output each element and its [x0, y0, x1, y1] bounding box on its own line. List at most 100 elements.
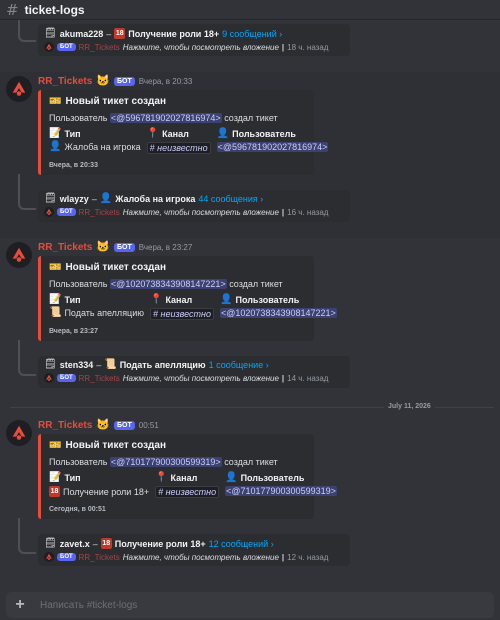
bot-avatar-icon: [44, 373, 54, 383]
thread-spine: [18, 518, 36, 554]
field-channel: 📍 Канал # неизвестно: [146, 128, 211, 154]
thread-spine: [18, 174, 36, 210]
thread-topic: Получение роли 18+: [114, 538, 206, 549]
pin-icon: 📍: [150, 294, 163, 305]
thread-count-link[interactable]: 9 сообщений ›: [222, 29, 282, 39]
user-mention[interactable]: <@1020738343908147221>: [109, 279, 227, 289]
message-time: Вчера, в 20:33: [138, 77, 193, 86]
thread-count-link[interactable]: 1 сообщение ›: [209, 360, 269, 370]
bot-avatar[interactable]: [6, 420, 32, 446]
ticket-embed: 🎫 Новый тикет создан Пользователь <@10207…: [38, 256, 337, 341]
thread-topic: Получение роли 18+: [128, 28, 220, 39]
message-time: Вчера, в 23:27: [138, 243, 193, 252]
pin-icon: 📍: [155, 472, 168, 483]
bot-badge: БОТ: [114, 77, 135, 86]
add-attachment-button[interactable]: +: [12, 596, 28, 613]
ticket-icon: 🎫: [49, 261, 62, 273]
channel-unknown[interactable]: # неизвестно: [150, 308, 215, 320]
bot-badge: БОТ: [57, 43, 76, 51]
embed-desc-prefix: Пользователь: [49, 113, 108, 123]
thread-icon: 🗒: [44, 27, 57, 39]
field-type: 📝 Тип 👤 Жалоба на игрока: [49, 128, 141, 153]
thread-card[interactable]: 🗒 sten334 – 📜 Подать апелляцию 1 сообщен…: [38, 356, 350, 388]
bot-name[interactable]: RR_Tickets: [38, 76, 92, 87]
thread-bot-name: RR_Tickets: [78, 373, 120, 383]
memo-icon: 📝: [49, 294, 62, 305]
field-type: 📝 Тип 18 Получение роли 18+: [49, 472, 150, 497]
channel-unknown[interactable]: # неизвестно: [146, 142, 211, 154]
embed-footer: Вчера, в 23:27: [49, 328, 98, 335]
message-list[interactable]: 🗒 akuma228 – 18 Получение роли 18+ 9 соо…: [0, 20, 500, 588]
field-user: 👤 Пользователь <@710177900300599319>: [225, 472, 337, 496]
memo-icon: 📝: [49, 128, 62, 139]
field-channel: 📍 Канал # неизвестно: [155, 472, 220, 498]
thread-hint: Нажмите, чтобы посмотреть вложение: [122, 42, 279, 52]
thread-topic: Жалоба на игрока: [115, 194, 196, 204]
thread-icon: 🗒: [44, 359, 57, 370]
thread-ago: 16 ч. назад: [287, 207, 329, 217]
thread-card[interactable]: 🗒 zavet.x – 18 Получение роли 18+ 12 соо…: [38, 534, 350, 566]
thread-ago: 12 ч. назад: [287, 552, 329, 562]
memo-icon: 📝: [49, 472, 62, 483]
channel-name[interactable]: ticket-logs: [25, 3, 85, 17]
field-user: 👤 Пользователь <@596781902027816974>: [216, 128, 329, 152]
user-icon: 👤: [225, 472, 238, 483]
thread-spine: [18, 340, 36, 376]
user-mention[interactable]: <@710177900300599319>: [109, 457, 222, 467]
embed-title: Новый тикет создан: [65, 262, 167, 273]
embed-title: Новый тикет создан: [65, 440, 167, 451]
age18-icon: 18: [100, 538, 112, 549]
ticket-embed: 🎫 Новый тикет создан Пользователь <@71017…: [38, 434, 337, 519]
field-user: 👤 Пользователь <@1020738343908147221>: [220, 294, 337, 318]
scroll-icon: 📜: [49, 307, 62, 318]
message-time: 00:51: [138, 421, 159, 430]
bot-badge: БОТ: [114, 243, 135, 252]
bot-badge: БОТ: [57, 374, 76, 382]
ticket-icon: 🎫: [49, 95, 62, 107]
bot-avatar[interactable]: [6, 76, 32, 102]
bot-name[interactable]: RR_Tickets: [38, 242, 92, 253]
message-composer: +: [6, 592, 494, 618]
thread-user: zavet.x: [59, 538, 90, 549]
cat-icon: 🐱: [96, 75, 110, 87]
embed-desc-suffix: создал тикет: [229, 279, 283, 289]
age18-icon: 18: [114, 28, 126, 39]
ticket-embed: 🎫 Новый тикет создан Пользователь <@59678…: [38, 90, 329, 175]
user-silhouette-icon: 👤: [49, 141, 62, 152]
thread-user: akuma228: [59, 28, 104, 39]
channel-unknown[interactable]: # неизвестно: [155, 486, 220, 498]
bot-avatar-icon: [44, 552, 54, 562]
thread-icon: 🗒: [44, 537, 57, 549]
field-channel: 📍 Канал # неизвестно: [150, 294, 215, 320]
bot-name[interactable]: RR_Tickets: [38, 420, 92, 431]
thread-user: wlayzy: [59, 194, 89, 204]
pin-icon: 📍: [146, 128, 160, 139]
thread-count-link[interactable]: 44 сообщения ›: [198, 194, 263, 204]
thread-ago: 14 ч. назад: [287, 373, 329, 383]
channel-hash-icon: #: [6, 0, 19, 19]
user-mention[interactable]: <@1020738343908147221>: [220, 308, 337, 318]
thread-count-link[interactable]: 12 сообщений ›: [209, 539, 274, 549]
message-input[interactable]: [40, 599, 460, 611]
bot-avatar-icon: [44, 207, 54, 217]
ticket-icon: 🎫: [49, 439, 62, 451]
embed-desc-prefix: Пользователь: [49, 279, 108, 289]
bot-badge: БОТ: [57, 208, 76, 216]
user-mention[interactable]: <@710177900300599319>: [225, 486, 337, 496]
thread-hint: Нажмите, чтобы посмотреть вложение: [122, 552, 279, 562]
embed-desc-suffix: создал тикет: [224, 113, 278, 123]
thread-icon: 🗒: [44, 193, 57, 204]
bot-badge: БОТ: [114, 421, 135, 430]
thread-ago: 18 ч. назад: [287, 42, 329, 52]
embed-desc-suffix: создал тикет: [224, 457, 278, 467]
thread-card[interactable]: 🗒 akuma228 – 18 Получение роли 18+ 9 соо…: [38, 24, 350, 56]
thread-user: sten334: [59, 360, 94, 370]
thread-card[interactable]: 🗒 wlayzy – 👤 Жалоба на игрока 44 сообщен…: [38, 190, 350, 222]
user-mention[interactable]: <@596781902027816974>: [109, 113, 222, 123]
embed-footer: Сегодня, в 00:51: [49, 506, 106, 513]
bot-avatar[interactable]: [6, 242, 32, 268]
embed-desc-prefix: Пользователь: [49, 457, 108, 467]
user-mention[interactable]: <@596781902027816974>: [216, 142, 329, 152]
thread-hint: Нажмите, чтобы посмотреть вложение: [122, 373, 279, 383]
bot-badge: БОТ: [57, 553, 76, 561]
